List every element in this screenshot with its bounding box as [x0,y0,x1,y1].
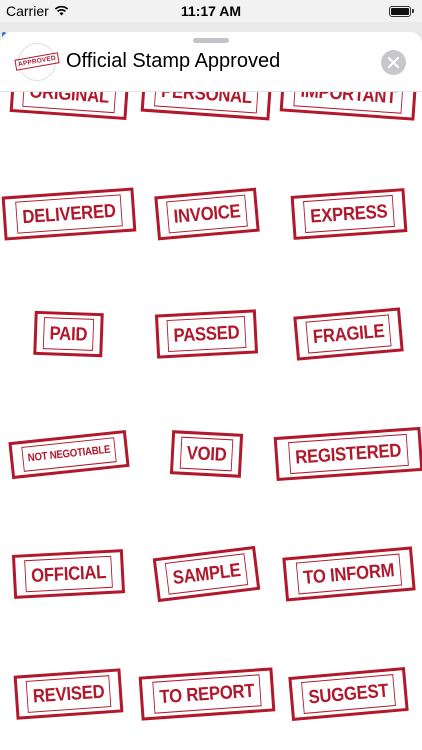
app-icon-stamp-text: APPROVED [14,52,60,71]
sticker-sheet: APPROVED Official Stamp Approved ORIGINA… [0,32,422,750]
sticker-cell[interactable]: IMPORTANT [275,92,422,154]
stamp-label: SAMPLE [164,553,249,595]
stamp-sticker[interactable]: REGISTERED [274,426,422,482]
sticker-cell[interactable]: REGISTERED [274,394,422,514]
status-bar: Carrier 11:17 AM [0,0,422,22]
wifi-icon [54,3,69,19]
sticker-cell[interactable]: SAMPLE [138,514,276,634]
stamp-sticker[interactable]: OFFICIAL [12,549,126,599]
sticker-cell[interactable]: OFFICIAL [0,514,138,634]
sticker-cell[interactable]: DELIVERED [0,154,138,274]
close-icon [388,57,399,68]
stamp-sticker[interactable]: PAID [33,310,105,358]
carrier-label: Carrier [6,3,49,19]
stamp-sticker[interactable]: TO REPORT [138,667,275,721]
stamp-sticker[interactable]: SUGGEST [288,666,409,722]
stamp-label: ORIGINAL [21,92,116,114]
stamp-sticker[interactable]: TO INFORM [282,546,416,602]
sticker-grid: ORIGINAL PERSONAL IMPORTANT DELIVERED IN… [0,92,422,750]
sticker-cell[interactable]: TO INFORM [275,514,422,634]
stamp-label: TO INFORM [295,553,402,595]
stamp-sticker[interactable]: VOID [169,430,244,478]
sticker-cell[interactable]: PASSED [138,274,276,394]
app-icon: APPROVED [14,42,60,81]
stamp-label: FRAGILE [305,314,392,354]
stamp-sticker[interactable]: DELIVERED [1,187,137,241]
stamp-sticker[interactable]: EXPRESS [290,188,407,240]
stamp-label: TO REPORT [152,674,262,714]
stamp-sticker[interactable]: NOT NEGOTIABLE [8,429,130,479]
sticker-cell[interactable]: VOID [138,394,276,514]
sticker-cell[interactable]: INVOICE [138,154,276,274]
stamp-label: EXPRESS [302,194,395,234]
sheet-header: APPROVED Official Stamp Approved [0,32,422,92]
stamp-sticker[interactable]: FRAGILE [293,307,405,361]
stamp-label: SUGGEST [301,674,397,714]
stamp-label: INVOICE [165,194,248,234]
stamp-sticker[interactable]: SAMPLE [152,545,261,603]
sticker-grid-scroll[interactable]: ORIGINAL PERSONAL IMPORTANT DELIVERED IN… [0,92,422,750]
close-button[interactable] [381,50,406,75]
stamp-sticker[interactable]: PERSONAL [140,92,273,121]
sticker-cell[interactable]: PERSONAL [138,92,276,154]
stamp-label: IMPORTANT [293,92,404,114]
stamp-label: DELIVERED [15,194,123,234]
stamp-label: REGISTERED [288,433,409,475]
stamp-label: REVISED [25,675,112,713]
stamp-sticker[interactable]: REVISED [13,668,124,720]
stamp-sticker[interactable]: PASSED [155,309,259,359]
stamp-sticker[interactable]: ORIGINAL [9,92,129,121]
stamp-sticker[interactable]: INVOICE [153,187,260,241]
sticker-cell[interactable]: FRAGILE [275,274,422,394]
status-left: Carrier [6,3,69,19]
sticker-cell[interactable]: SUGGEST [275,634,422,750]
stamp-label: OFFICIAL [24,555,114,593]
sticker-cell[interactable]: PAID [0,274,138,394]
stamp-sticker[interactable]: IMPORTANT [279,92,418,121]
sticker-cell[interactable]: ORIGINAL [0,92,138,154]
sheet-grabber[interactable] [193,38,229,43]
app-title: Official Stamp Approved [66,50,281,72]
battery-icon [389,5,414,17]
sticker-cell[interactable]: TO REPORT [138,634,276,750]
sticker-cell[interactable]: NOT NEGOTIABLE [0,394,138,514]
stamp-label: PERSONAL [154,92,260,114]
sticker-cell[interactable]: REVISED [0,634,138,750]
stamp-label: NOT NEGOTIABLE [21,436,117,472]
sticker-cell[interactable]: EXPRESS [275,154,422,274]
screen: Carrier 11:17 AM APPROVED Official Stamp… [0,0,422,750]
stamp-label: PASSED [166,315,247,353]
stamp-label: PAID [43,317,95,351]
stamp-label: VOID [179,436,234,472]
